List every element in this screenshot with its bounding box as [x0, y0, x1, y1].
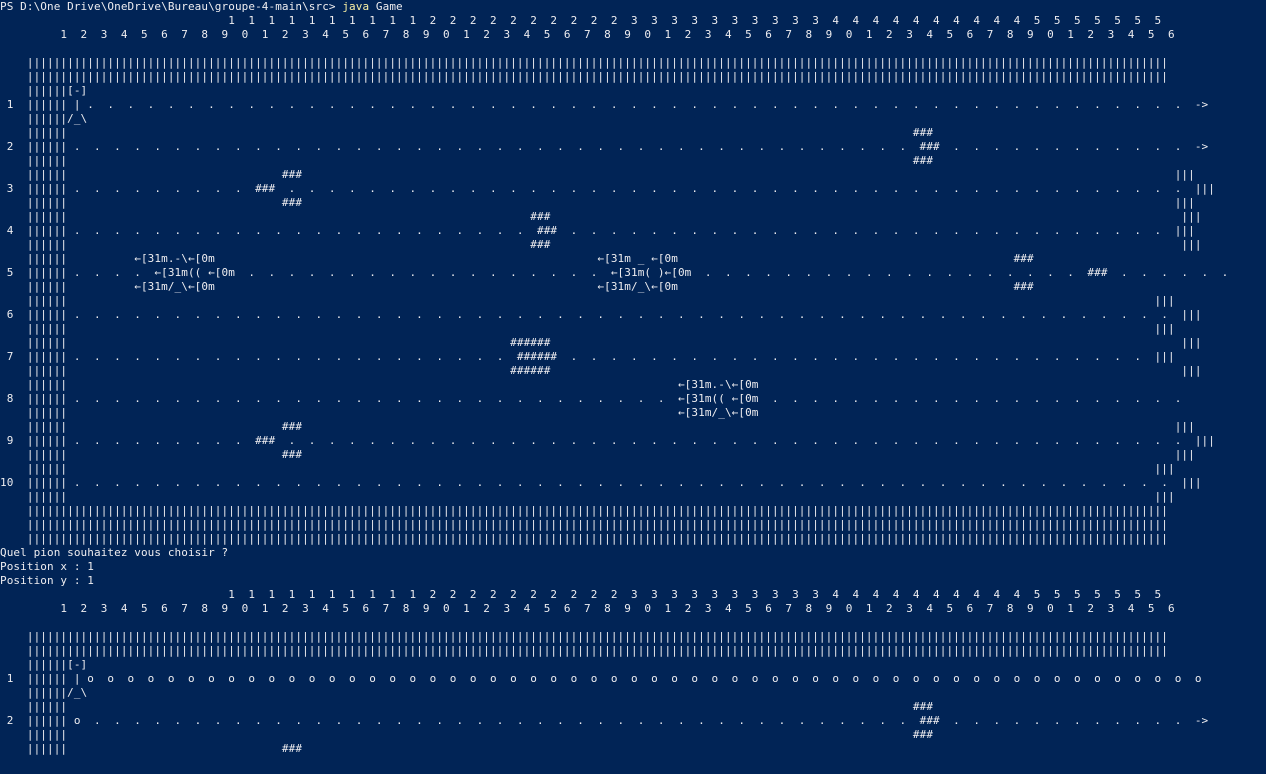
board-1-line: |||||| ### |||: [0, 420, 1195, 433]
board-1-line: 6 |||||| . . . . . . . . . . . . . . . .…: [0, 308, 1202, 321]
board-2-line: |||||| ###: [0, 742, 303, 755]
board-1-line: |||||| ←[31m.-\←[0m ←[31m _ ←[0m ###: [0, 252, 1034, 265]
prompt-command: java: [342, 0, 370, 13]
board-1-line: 7 |||||| . . . . . . . . . . . . . . . .…: [0, 350, 1175, 363]
board-2-line: 1 1 1 1 1 1 1 1 1 1 2 2 2 2 2 2 2 2 2 2 …: [0, 588, 1162, 601]
board-1-line: ||||||||||||||||||||||||||||||||||||||||…: [0, 518, 1168, 531]
board-1-line: 10 |||||| . . . . . . . . . . . . . . . …: [0, 476, 1202, 489]
board-2-line: 1 |||||| | o o o o o o o o o o o o o o o…: [0, 672, 1202, 685]
board-2-line: ||||||||||||||||||||||||||||||||||||||||…: [0, 630, 1168, 643]
board-1-line: |||||| ###### |||: [0, 336, 1202, 349]
board-2-line: ||||||/_\: [0, 686, 88, 699]
board-1-line: ||||||||||||||||||||||||||||||||||||||||…: [0, 532, 1168, 545]
game-board-output-updated: 1 1 1 1 1 1 1 1 1 1 2 2 2 2 2 2 2 2 2 2 …: [0, 588, 1266, 756]
board-1-line: |||||| ### |||: [0, 168, 1195, 181]
board-2-line: [0, 616, 1266, 630]
board-1-line: |||||| |||: [0, 322, 1175, 335]
board-1-line: 3 |||||| . . . . . . . . . ### . . . . .…: [0, 182, 1215, 195]
board-1-line: |||||| ### |||: [0, 238, 1202, 251]
board-1-line: |||||| |||: [0, 462, 1175, 475]
board-1-line: ||||||||||||||||||||||||||||||||||||||||…: [0, 504, 1168, 517]
board-1-line: |||||| ### |||: [0, 448, 1195, 461]
board-2-line: |||||| ###: [0, 728, 934, 741]
board-1-line: |||||| ###: [0, 126, 934, 139]
command-prompt-line: PS D:\One Drive\OneDrive\Bureau\groupe-4…: [0, 0, 1266, 14]
prompt-args: Game: [369, 0, 403, 13]
board-1-line: ||||||[-]: [0, 84, 88, 97]
prompt-path: PS D:\One Drive\OneDrive\Bureau\groupe-4…: [0, 0, 343, 13]
board-1-line: 1 1 1 1 1 1 1 1 1 1 2 2 2 2 2 2 2 2 2 2 …: [0, 14, 1162, 27]
board-1-line: |||||| ### |||: [0, 196, 1195, 209]
board-2-line: 2 |||||| o . . . . . . . . . . . . . . .…: [0, 714, 1209, 727]
board-1-line: 5 |||||| . . . . ←[31m(( ←[0m . . . . . …: [0, 266, 1229, 279]
board-1-line: 8 |||||| . . . . . . . . . . . . . . . .…: [0, 392, 1182, 405]
board-2-line: 1 2 3 4 5 6 7 8 9 0 1 2 3 4 5 6 7 8 9 0 …: [0, 602, 1175, 615]
board-1-line: ||||||||||||||||||||||||||||||||||||||||…: [0, 70, 1168, 83]
question-line: Position y : 1: [0, 574, 94, 587]
board-2-line: ||||||||||||||||||||||||||||||||||||||||…: [0, 644, 1168, 657]
game-board-output: 1 1 1 1 1 1 1 1 1 1 2 2 2 2 2 2 2 2 2 2 …: [0, 14, 1266, 546]
board-1-line: [0, 42, 1266, 56]
board-1-line: ||||||||||||||||||||||||||||||||||||||||…: [0, 56, 1168, 69]
game-prompts: Quel pion souhaitez vous choisir ? Positi…: [0, 546, 1266, 588]
board-2-line: |||||| ###: [0, 700, 934, 713]
board-1-line: |||||| |||: [0, 294, 1175, 307]
board-1-line: 1 |||||| | . . . . . . . . . . . . . . .…: [0, 98, 1209, 111]
question-line: Position x : 1: [0, 560, 94, 573]
board-1-line: |||||| ###: [0, 154, 934, 167]
board-1-line: 9 |||||| . . . . . . . . . ### . . . . .…: [0, 434, 1215, 447]
board-1-line: |||||| |||: [0, 490, 1175, 503]
board-2-line: ||||||[-]: [0, 658, 88, 671]
board-1-line: 2 |||||| . . . . . . . . . . . . . . . .…: [0, 140, 1209, 153]
board-1-line: |||||| ### |||: [0, 210, 1202, 223]
board-1-line: |||||| ###### |||: [0, 364, 1202, 377]
board-1-line: 4 |||||| . . . . . . . . . . . . . . . .…: [0, 224, 1195, 237]
board-1-line: |||||| ←[31m/_\←[0m ←[31m/_\←[0m ###: [0, 280, 1034, 293]
board-1-line: ||||||/_\: [0, 112, 88, 125]
board-1-line: |||||| ←[31m/_\←[0m: [0, 406, 759, 419]
board-1-line: 1 2 3 4 5 6 7 8 9 0 1 2 3 4 5 6 7 8 9 0 …: [0, 28, 1175, 41]
board-1-line: |||||| ←[31m.-\←[0m: [0, 378, 759, 391]
question-line: Quel pion souhaitez vous choisir ?: [0, 546, 229, 559]
powershell-terminal[interactable]: PS D:\One Drive\OneDrive\Bureau\groupe-4…: [0, 0, 1266, 774]
